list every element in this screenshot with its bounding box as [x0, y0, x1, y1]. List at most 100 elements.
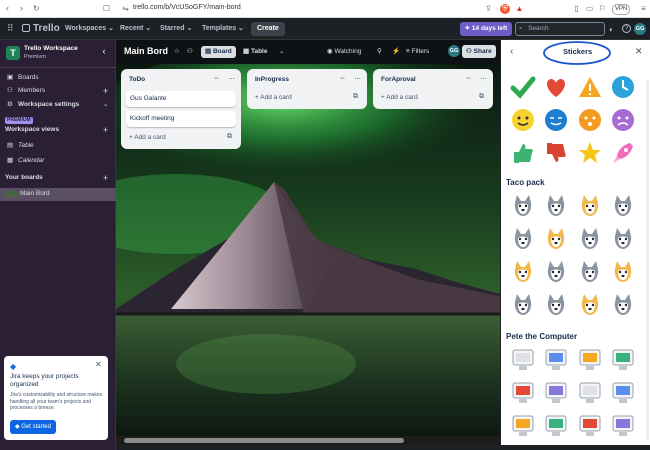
- taco-husky-sticker[interactable]: [543, 292, 569, 318]
- site-settings-icon[interactable]: ⇋: [120, 3, 131, 14]
- taco-husky-sticker[interactable]: [510, 193, 536, 219]
- pete-computer-sticker[interactable]: [610, 380, 636, 406]
- taco-husky-sticker[interactable]: [577, 226, 603, 252]
- board-title[interactable]: Main Bord: [124, 45, 168, 57]
- sidebar-toggle-icon[interactable]: ▯: [571, 3, 582, 14]
- taco-husky-sticker[interactable]: [610, 226, 636, 252]
- member-avatar[interactable]: GG: [448, 45, 460, 57]
- sidebar-item-members[interactable]: ⚇ Members +: [0, 85, 116, 97]
- sidebar-item-boards[interactable]: ▣ Boards: [0, 72, 116, 84]
- add-card-button[interactable]: + Add a card: [129, 134, 166, 141]
- pete-computer-sticker[interactable]: [610, 413, 636, 439]
- workspace-name[interactable]: Trello Workspace: [24, 45, 78, 52]
- visibility-icon[interactable]: ⚇: [187, 46, 193, 58]
- pete-computer-sticker[interactable]: [510, 347, 536, 373]
- list-menu-icon[interactable]: ⋯: [480, 75, 487, 83]
- share-icon[interactable]: ⇪: [483, 3, 494, 14]
- filters-button[interactable]: ≡ Filters: [406, 46, 429, 58]
- taco-husky-sticker[interactable]: [543, 226, 569, 252]
- clock-sticker[interactable]: [610, 74, 636, 100]
- rewards-icon[interactable]: ▲: [514, 3, 525, 14]
- list-title[interactable]: InProgress: [255, 76, 289, 83]
- rocket-sticker[interactable]: [610, 140, 636, 166]
- pete-computer-sticker[interactable]: [543, 413, 569, 439]
- bookmark-icon[interactable]: ☐: [101, 3, 112, 14]
- card-template-icon[interactable]: ⧉: [353, 93, 358, 101]
- pete-computer-sticker[interactable]: [577, 413, 603, 439]
- trello-logo[interactable]: Trello: [22, 22, 60, 36]
- share-button[interactable]: ⚇ Share: [462, 45, 496, 58]
- taco-husky-sticker[interactable]: [510, 292, 536, 318]
- pete-computer-sticker[interactable]: [510, 380, 536, 406]
- watching-button[interactable]: ◉ Watching: [327, 46, 361, 58]
- close-icon[interactable]: ✕: [635, 46, 643, 57]
- chevron-down-icon[interactable]: ⌄: [103, 99, 108, 111]
- sidebar-item-settings[interactable]: ⚙ Workspace settings ⌄: [0, 99, 116, 111]
- create-button[interactable]: Create: [251, 22, 285, 36]
- back-icon[interactable]: ‹: [510, 46, 513, 57]
- address-bar[interactable]: trello.com/b/VcUSoGFY/main-bord: [133, 4, 241, 11]
- taco-husky-sticker[interactable]: [510, 226, 536, 252]
- list-todo[interactable]: ToDo ⇔ ⋯ Gus Galante Kickoff meeting + A…: [121, 69, 241, 149]
- thumbs-down-sticker[interactable]: [543, 140, 569, 166]
- add-view-icon[interactable]: +: [103, 125, 108, 135]
- card-template-icon[interactable]: ⧉: [479, 93, 484, 101]
- taco-husky-sticker[interactable]: [577, 292, 603, 318]
- list-menu-icon[interactable]: ⋯: [228, 75, 235, 83]
- card[interactable]: Kickoff meeting: [126, 111, 236, 127]
- vpn-button[interactable]: VPN: [612, 4, 631, 15]
- add-board-icon[interactable]: +: [103, 173, 108, 183]
- list-inprogress[interactable]: InProgress ⇔ ⋯ + Add a card ⧉: [247, 69, 367, 109]
- add-member-icon[interactable]: +: [103, 85, 108, 97]
- list-menu-icon[interactable]: ⋯: [354, 75, 361, 83]
- workspaces-menu[interactable]: Workspaces ⌄: [65, 22, 114, 36]
- get-started-button[interactable]: ◆ Get started: [10, 420, 56, 434]
- collapse-sidebar-button[interactable]: ‹: [98, 46, 110, 58]
- checkmark-sticker[interactable]: [510, 74, 536, 100]
- heart-sticker[interactable]: [543, 74, 569, 100]
- trial-badge[interactable]: ✦ 14 days left: [460, 22, 512, 36]
- card-template-icon[interactable]: ⧉: [227, 133, 232, 141]
- card[interactable]: Gus Galante: [126, 91, 236, 107]
- starred-menu[interactable]: Starred ⌄: [160, 22, 192, 36]
- sidebar-item-table[interactable]: ▤ Table: [0, 140, 116, 152]
- close-icon[interactable]: ✕: [95, 360, 102, 369]
- extensions-icon[interactable]: ⚐: [597, 3, 608, 14]
- pete-computer-sticker[interactable]: [510, 413, 536, 439]
- notifications-icon[interactable]: ◐: [609, 25, 614, 34]
- thumbs-up-sticker[interactable]: [510, 140, 536, 166]
- taco-husky-sticker[interactable]: [543, 259, 569, 285]
- pete-computer-sticker[interactable]: [543, 380, 569, 406]
- smile-sticker[interactable]: [510, 107, 536, 133]
- sidebar-item-calendar[interactable]: ▦ Calendar: [0, 155, 116, 167]
- taco-husky-sticker[interactable]: [577, 193, 603, 219]
- app-switcher-icon[interactable]: ⠿: [7, 23, 14, 34]
- board-scrollbar[interactable]: [116, 436, 500, 445]
- star-icon[interactable]: ☆: [174, 46, 180, 58]
- window-icon[interactable]: ▭: [584, 3, 595, 14]
- taco-husky-sticker[interactable]: [577, 259, 603, 285]
- add-card-button[interactable]: + Add a card: [381, 94, 418, 101]
- taco-husky-sticker[interactable]: [510, 259, 536, 285]
- wink-sticker[interactable]: [543, 107, 569, 133]
- views-dropdown[interactable]: ⌄: [279, 46, 284, 58]
- back-icon[interactable]: ‹: [6, 3, 9, 13]
- pete-computer-sticker[interactable]: [577, 380, 603, 406]
- menu-icon[interactable]: ≡: [638, 3, 649, 14]
- scrollbar-thumb[interactable]: [124, 438, 404, 443]
- pete-computer-sticker[interactable]: [610, 347, 636, 373]
- help-icon[interactable]: ?: [622, 24, 631, 33]
- search-input[interactable]: ⌕ Search: [515, 22, 605, 36]
- brave-shield-icon[interactable]: ⛨: [500, 4, 510, 14]
- pete-computer-sticker[interactable]: [577, 347, 603, 373]
- taco-husky-sticker[interactable]: [610, 193, 636, 219]
- pete-computer-sticker[interactable]: [543, 347, 569, 373]
- forward-icon[interactable]: ›: [20, 3, 23, 13]
- power-ups-icon[interactable]: ⚲: [377, 46, 382, 58]
- star-sticker[interactable]: [577, 140, 603, 166]
- reload-icon[interactable]: ↻: [33, 4, 40, 13]
- templates-menu[interactable]: Templates ⌄: [202, 22, 244, 36]
- recent-menu[interactable]: Recent ⌄: [120, 22, 151, 36]
- collapse-list-icon[interactable]: ⇔: [213, 75, 220, 82]
- collapse-list-icon[interactable]: ⇔: [465, 75, 472, 82]
